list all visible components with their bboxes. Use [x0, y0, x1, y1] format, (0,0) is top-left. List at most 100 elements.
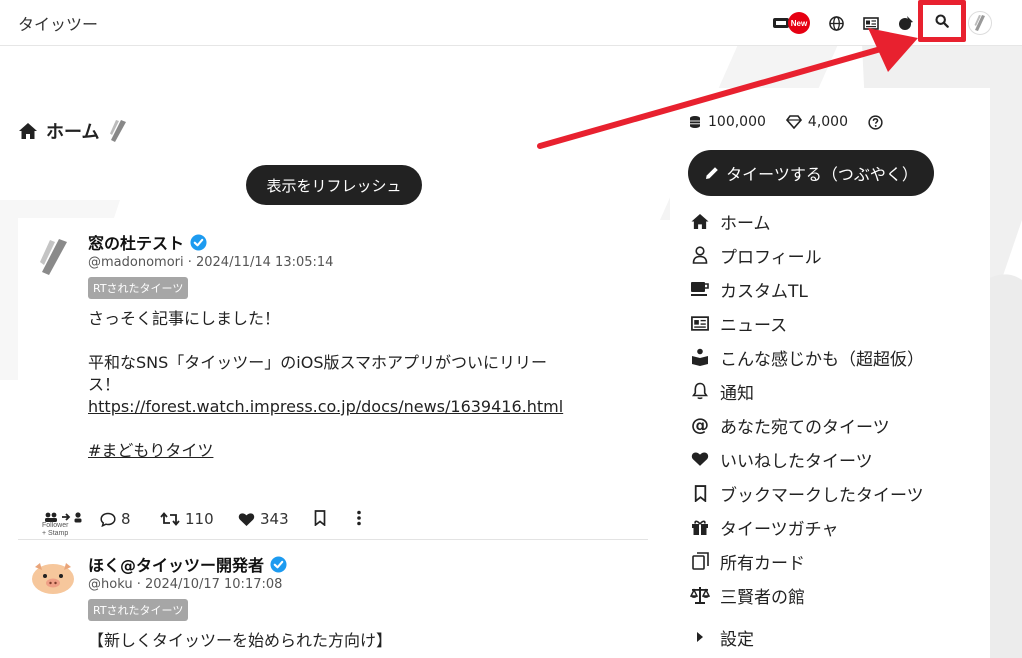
- bookmark-icon: [314, 510, 326, 526]
- sidebar-item-label: 三賢者の館: [720, 587, 805, 608]
- heart-icon: [238, 512, 255, 526]
- post-meta: @madonomori · 2024/11/14 13:05:14: [88, 255, 334, 270]
- retweeted-badge: RTされたタイーツ: [88, 277, 189, 299]
- globe-icon[interactable]: [825, 12, 847, 34]
- reply-count: 8: [121, 510, 131, 528]
- comment-icon: [100, 512, 116, 527]
- sidebar-item-label: こんな感じかも（超超仮）: [720, 349, 924, 370]
- gem-count: 4,000: [807, 114, 848, 130]
- like-button[interactable]: 343: [238, 510, 289, 528]
- user-avatar[interactable]: [968, 11, 992, 35]
- caret-right-icon: [697, 632, 703, 642]
- display-name[interactable]: 窓の杜テスト: [88, 230, 184, 254]
- coins-icon: [690, 116, 700, 128]
- pencil-icon: [706, 167, 718, 179]
- post-item[interactable]: 窓の杜テスト @madonomori · 2024/11/14 13:05:14…: [18, 224, 648, 540]
- post-text-line: 【新しくタイッツーを始められた方向け】: [88, 631, 393, 650]
- sidebar-item-label: ホーム: [720, 213, 771, 234]
- post-text-line: さっそく記事にしました！: [88, 309, 281, 328]
- sidebar-item-home[interactable]: ホーム: [690, 206, 771, 236]
- site-title[interactable]: タイッツー: [18, 11, 98, 35]
- right-sidebar: 100,000 4,000 タイーツする（つぶやく） ホーム プロフィール カス…: [670, 88, 990, 658]
- sidebar-item-notifications[interactable]: 通知: [690, 376, 754, 406]
- post-meta: @hoku · 2024/10/17 10:17:08: [88, 577, 283, 592]
- refresh-button[interactable]: 表示をリフレッシュ: [246, 165, 422, 205]
- post-body: さっそく記事にしました！ 平和なSNS「タイッツー」のiOS版スマホアプリがつい…: [88, 308, 568, 462]
- sidebar-item-label: カスタムTL: [720, 281, 808, 302]
- post-author[interactable]: ほく@タイッツー開発者: [88, 552, 287, 576]
- sidebar-item-suggestions[interactable]: こんな感じかも（超超仮）: [690, 342, 924, 372]
- post-link[interactable]: https://forest.watch.impress.co.jp/docs/…: [88, 396, 568, 418]
- display-name[interactable]: ほく@タイッツー開発者: [88, 552, 264, 576]
- sidebar-item-settings[interactable]: 設定: [690, 622, 754, 652]
- scale-icon: [690, 587, 710, 604]
- at-icon: @: [691, 414, 709, 436]
- help-icon[interactable]: [868, 114, 883, 130]
- retweet-button[interactable]: 110: [160, 510, 214, 528]
- sidebar-item-label: タイーツガチャ: [720, 519, 839, 540]
- coin-count: 100,000: [708, 114, 766, 130]
- sidebar-item-custom-tl[interactable]: カスタムTL: [690, 274, 808, 304]
- sidebar-item-label: ブックマークしたタイーツ: [720, 485, 924, 506]
- user-icon: [692, 246, 708, 264]
- post-author[interactable]: 窓の杜テスト: [88, 230, 207, 254]
- top-header: タイッツー New: [0, 0, 1022, 46]
- bookmark-button[interactable]: [314, 510, 326, 526]
- bookmark-icon: [694, 484, 706, 502]
- sidebar-item-cards[interactable]: 所有カード: [690, 546, 805, 576]
- post-avatar[interactable]: [30, 234, 76, 280]
- like-count: 343: [260, 510, 289, 528]
- tights-logo-icon: [974, 15, 985, 31]
- tights-logo-icon: [110, 120, 127, 142]
- more-options-button[interactable]: [356, 510, 362, 526]
- compose-label: タイーツする（つぶやく）: [726, 167, 918, 184]
- home-icon: [19, 123, 37, 139]
- currency-stats: 100,000 4,000: [688, 114, 883, 130]
- gacha-icon[interactable]: [895, 12, 917, 34]
- main-column: ホーム 表示をリフレッシュ 窓の杜テスト @madonomori · 2024/…: [0, 46, 660, 658]
- follower-stamp-button[interactable]: Follower + Stamp: [42, 510, 90, 538]
- sidebar-item-news[interactable]: ニュース: [690, 308, 787, 338]
- sidebar-item-label: 所有カード: [720, 553, 805, 574]
- sidebar-item-gacha[interactable]: タイーツガチャ: [690, 512, 839, 542]
- page-heading: ホーム: [18, 118, 129, 144]
- cards-icon: [691, 552, 709, 570]
- sidebar-item-label: いいねしたタイーツ: [720, 451, 873, 472]
- search-icon: [935, 14, 949, 28]
- sidebar-item-label: あなた宛てのタイーツ: [720, 417, 890, 438]
- verified-icon: [270, 555, 287, 573]
- sidebar-item-sages[interactable]: 三賢者の館: [690, 580, 805, 610]
- news-icon[interactable]: [860, 12, 882, 34]
- page-title: ホーム: [46, 122, 100, 143]
- sidebar-item-likes[interactable]: いいねしたタイーツ: [690, 444, 873, 474]
- bell-icon: [692, 382, 708, 400]
- post-text-line: 平和なSNS「タイッツー」のiOS版スマホアプリがついにリリース！: [88, 353, 547, 394]
- sidebar-item-label: プロフィール: [720, 247, 822, 268]
- home-icon: [691, 213, 709, 229]
- new-badge: New: [788, 12, 810, 34]
- sidebar-item-bookmarks[interactable]: ブックマークしたタイーツ: [690, 478, 924, 508]
- book-reader-icon: [692, 348, 708, 366]
- reply-button[interactable]: 8: [100, 510, 131, 528]
- retweet-count: 110: [185, 510, 214, 528]
- more-vertical-icon: [357, 510, 361, 526]
- post-item[interactable]: ほく@タイッツー開発者 @hoku · 2024/10/17 10:17:08 …: [18, 546, 648, 658]
- hashtag-link[interactable]: #まどもりタイツ: [88, 440, 568, 462]
- news-icon: [691, 315, 709, 331]
- retweet-icon: [160, 512, 180, 526]
- sidebar-item-label: ニュース: [720, 315, 788, 336]
- gift-icon: [692, 520, 708, 535]
- sidebar-item-mentions[interactable]: @ あなた宛てのタイーツ: [690, 410, 890, 440]
- follower-stamp-label: Follower + Stamp: [42, 522, 69, 537]
- compose-tweet-button[interactable]: タイーツする（つぶやく）: [688, 150, 934, 196]
- sidebar-item-label: 設定: [720, 629, 754, 650]
- post-text-line: [88, 418, 568, 440]
- post-avatar[interactable]: [30, 554, 76, 600]
- tights-logo-icon: [40, 239, 67, 275]
- sidebar-item-profile[interactable]: プロフィール: [690, 240, 822, 270]
- coffee-icon: [691, 282, 709, 296]
- heart-icon: [691, 452, 709, 466]
- sidebar-item-label: 通知: [720, 383, 754, 404]
- search-button[interactable]: [918, 0, 966, 42]
- retweeted-badge: RTされたタイーツ: [88, 599, 189, 621]
